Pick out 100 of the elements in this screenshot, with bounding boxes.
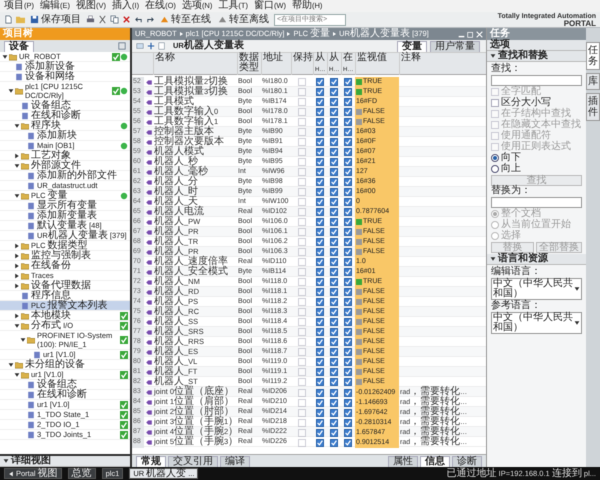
tree-item[interactable]: 外部源文件: [0, 161, 130, 171]
checkbox[interactable]: [344, 368, 352, 376]
checkbox[interactable]: [344, 298, 352, 306]
checkbox[interactable]: [316, 158, 324, 166]
column-header[interactable]: 地址: [261, 53, 291, 75]
checkbox[interactable]: [316, 438, 324, 446]
checkbox[interactable]: [344, 318, 352, 326]
checkbox[interactable]: [330, 438, 338, 446]
checkbox[interactable]: [330, 108, 338, 116]
checkbox[interactable]: [316, 268, 324, 276]
go-offline-button[interactable]: 转至离线: [216, 13, 271, 26]
checkbox[interactable]: [316, 418, 324, 426]
checkbox[interactable]: [316, 188, 324, 196]
checkbox[interactable]: [330, 278, 338, 286]
checkbox[interactable]: [344, 408, 352, 416]
checkbox[interactable]: [316, 338, 324, 346]
plus-icon[interactable]: [147, 42, 155, 50]
checkbox[interactable]: [330, 378, 338, 386]
caret-down-icon[interactable]: [8, 88, 14, 94]
checkbox[interactable]: [330, 388, 338, 396]
new-file-icon[interactable]: [4, 15, 13, 24]
caret-right-icon[interactable]: [14, 242, 20, 248]
save-button[interactable]: 保存项目: [28, 13, 83, 26]
checkbox[interactable]: [330, 128, 338, 136]
tree-item[interactable]: 显示所有变量: [0, 201, 130, 211]
checkbox[interactable]: [330, 368, 338, 376]
checkbox[interactable]: [344, 208, 352, 216]
checkbox[interactable]: [344, 398, 352, 406]
tab[interactable]: 交叉引用: [168, 456, 218, 467]
caret-right-icon[interactable]: [14, 152, 20, 158]
language-select[interactable]: 中文（中华人民共和国）: [491, 278, 582, 300]
tab[interactable]: 属性: [388, 456, 418, 467]
tree-item[interactable]: 设备组态: [0, 380, 130, 390]
checkbox[interactable]: [316, 288, 324, 296]
checkbox[interactable]: [330, 328, 338, 336]
checkbox[interactable]: [344, 78, 352, 86]
checkbox[interactable]: [330, 228, 338, 236]
checkbox[interactable]: [344, 118, 352, 126]
checkbox[interactable]: [316, 168, 324, 176]
checkbox[interactable]: [330, 158, 338, 166]
radio-button[interactable]: [491, 165, 499, 173]
checkbox[interactable]: [316, 358, 324, 366]
checkbox[interactable]: [330, 408, 338, 416]
checkbox[interactable]: [344, 308, 352, 316]
side-tab[interactable]: 任务: [586, 42, 600, 70]
checkbox[interactable]: [316, 178, 324, 186]
close-icon[interactable]: [476, 30, 483, 38]
checkbox[interactable]: [316, 318, 324, 326]
tree-item[interactable]: 添加新变量表: [0, 211, 130, 221]
checkbox[interactable]: [344, 98, 352, 106]
caret-down-icon[interactable]: [14, 322, 20, 328]
checkbox[interactable]: [330, 248, 338, 256]
delete-icon[interactable]: [122, 15, 131, 24]
checkbox[interactable]: [330, 238, 338, 246]
caret-right-icon[interactable]: [14, 252, 20, 258]
caret-right-icon[interactable]: [14, 282, 20, 288]
undo-icon[interactable]: [134, 15, 143, 24]
caret-down-icon[interactable]: [490, 256, 496, 262]
checkbox[interactable]: [344, 128, 352, 136]
checkbox[interactable]: [344, 228, 352, 236]
radio-button[interactable]: [491, 154, 499, 162]
tree-item[interactable]: 在线和诊断: [0, 111, 130, 121]
checkbox[interactable]: [330, 428, 338, 436]
checkbox[interactable]: [316, 298, 324, 306]
checkbox[interactable]: [344, 148, 352, 156]
checkbox[interactable]: [344, 138, 352, 146]
checkbox[interactable]: [316, 328, 324, 336]
redo-icon[interactable]: [146, 15, 155, 24]
checkbox[interactable]: [344, 338, 352, 346]
checkbox[interactable]: [316, 78, 324, 86]
checkbox[interactable]: [316, 388, 324, 396]
checkbox[interactable]: [330, 208, 338, 216]
checkbox[interactable]: [330, 268, 338, 276]
checkbox[interactable]: [330, 178, 338, 186]
checkbox[interactable]: [344, 358, 352, 366]
checkbox[interactable]: [344, 108, 352, 116]
checkbox[interactable]: [344, 348, 352, 356]
tree-item[interactable]: 添加新的外部文件: [0, 171, 130, 181]
checkbox[interactable]: [316, 428, 324, 436]
checkbox[interactable]: [344, 238, 352, 246]
checkbox[interactable]: [344, 88, 352, 96]
tab[interactable]: 信息: [420, 456, 450, 467]
checkbox[interactable]: [344, 378, 352, 386]
restore-icon[interactable]: [467, 30, 474, 38]
checkbox[interactable]: [316, 88, 324, 96]
section-header[interactable]: 查找和替换: [487, 51, 586, 62]
tab[interactable]: 常规: [136, 456, 166, 467]
checkbox[interactable]: [344, 248, 352, 256]
checkbox[interactable]: [330, 418, 338, 426]
checkbox[interactable]: [316, 238, 324, 246]
checkbox[interactable]: [316, 408, 324, 416]
tab[interactable]: 用户常量: [430, 40, 480, 52]
checkbox[interactable]: [316, 258, 324, 266]
checkbox[interactable]: [344, 218, 352, 226]
column-header[interactable]: 监视值: [355, 53, 399, 75]
taskbar-item[interactable]: 总览: [68, 468, 96, 479]
checkbox[interactable]: [330, 98, 338, 106]
tree-item[interactable]: 本地模块: [0, 311, 130, 321]
tree-item[interactable]: 在线和诊断: [0, 390, 130, 400]
checkbox[interactable]: [316, 348, 324, 356]
